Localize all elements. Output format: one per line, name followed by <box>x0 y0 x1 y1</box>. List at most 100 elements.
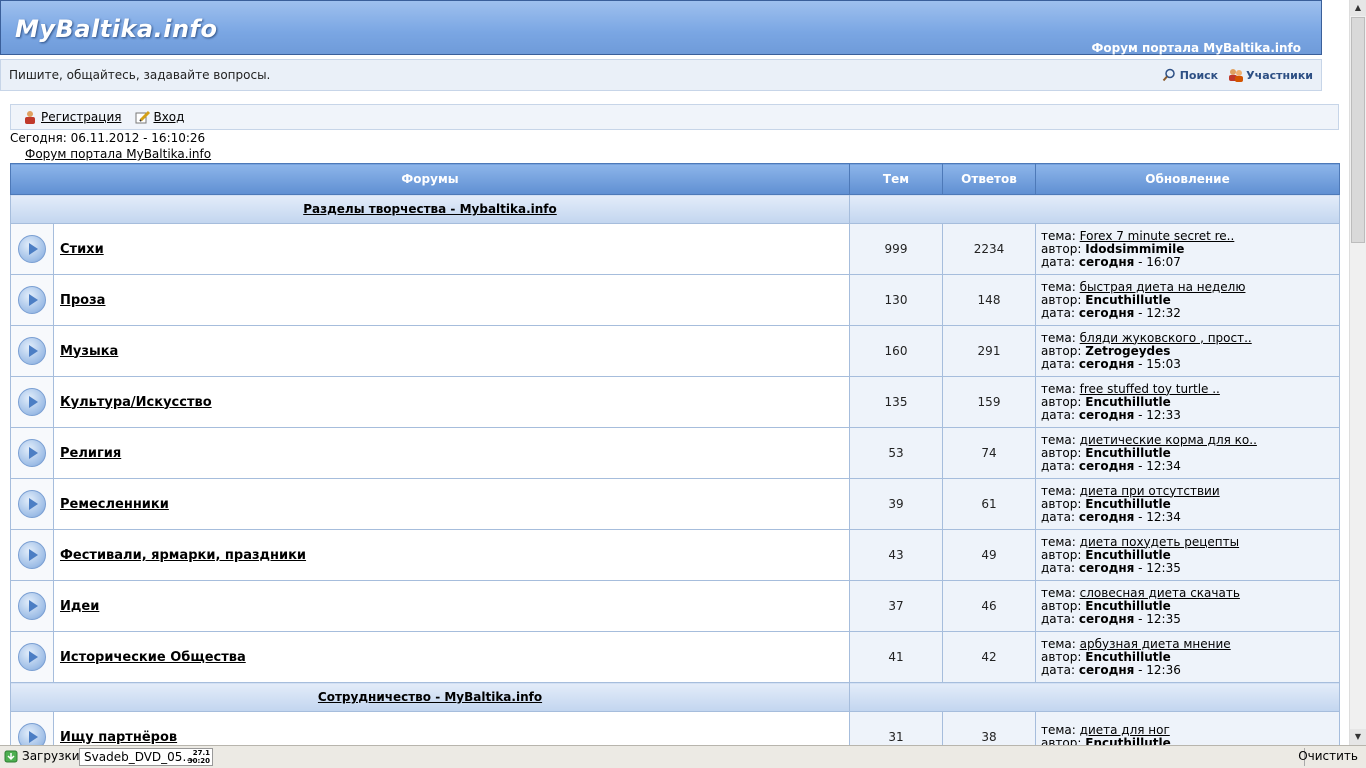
last-topic-link[interactable]: бляди жуковского , прост.. <box>1080 331 1252 345</box>
last-topic-link[interactable]: диета при отсутствии <box>1080 484 1220 498</box>
scroll-down-arrow-icon[interactable]: ▼ <box>1350 729 1366 745</box>
last-date-time: - 15:03 <box>1134 356 1181 371</box>
last-topic-link[interactable]: диетические корма для ко.. <box>1080 433 1257 447</box>
last-topic-link[interactable]: быстрая диета на неделю <box>1080 280 1246 294</box>
forum-name-link[interactable]: Ремесленники <box>60 497 169 512</box>
forum-row: Исторические Общества 41 42 тема: арбузная … <box>10 631 1340 683</box>
last-author[interactable]: Encuthillutle <box>1085 293 1171 307</box>
forum-name-link[interactable]: Проза <box>60 293 105 308</box>
forum-icon-cell <box>10 478 54 530</box>
last-date-day: сегодня <box>1078 560 1135 575</box>
download-filename: Svadeb_DVD_05... <box>84 750 194 764</box>
last-post-cell: тема: Forex 7 minute secret re.. автор: I… <box>1035 223 1340 275</box>
forum-topics-count: 135 <box>849 376 943 428</box>
last-topic-link[interactable]: словесная диета скачать <box>1080 586 1240 600</box>
forum-name-link[interactable]: Фестивали, ярмарки, праздники <box>60 548 306 563</box>
last-author[interactable]: Encuthillutle <box>1085 548 1171 562</box>
topic-label: тема: <box>1041 279 1076 294</box>
last-date-day: сегодня <box>1078 305 1135 320</box>
forum-home-link[interactable]: Форум портала MyBaltika.info <box>1091 41 1301 55</box>
category-title[interactable]: Сотрудничество - MyBaltika.info <box>318 690 542 704</box>
date-label: дата: <box>1041 458 1076 473</box>
forum-row: Идеи 37 46 тема: словесная диета скачать авт… <box>10 580 1340 632</box>
scroll-up-arrow-icon[interactable]: ▲ <box>1350 0 1366 16</box>
last-author[interactable]: Zetrogeydes <box>1085 344 1170 358</box>
last-author[interactable]: Idodsimmimile <box>1085 242 1184 256</box>
login-link[interactable]: Вход <box>135 110 184 124</box>
author-label: автор: <box>1041 598 1082 613</box>
scrollbar-thumb[interactable] <box>1351 17 1365 243</box>
last-author[interactable]: Encuthillutle <box>1085 395 1171 409</box>
login-pencil-icon <box>135 110 151 124</box>
forum-topics-count: 43 <box>849 529 943 581</box>
forum-name-link[interactable]: Стихи <box>60 242 104 257</box>
forum-replies-count: 61 <box>942 478 1036 530</box>
last-author[interactable]: Encuthillutle <box>1085 497 1171 511</box>
info-bar: Пишите, общайтесь, задавайте вопросы. По… <box>0 59 1322 91</box>
category-row: Сотрудничество - MyBaltika.info <box>10 682 1340 712</box>
site-logo[interactable]: MyBaltika.info <box>15 15 217 43</box>
download-size: 27.1 <box>192 749 210 757</box>
last-date-time: - 12:34 <box>1134 458 1181 473</box>
last-topic-link[interactable]: диета для ног <box>1080 723 1170 737</box>
forum-name-cell: Проза <box>53 274 850 326</box>
category-title-cell: Разделы творчества - Mybaltika.info <box>10 194 850 224</box>
last-date-time: - 12:33 <box>1134 407 1181 422</box>
forum-name-link[interactable]: Музыка <box>60 344 118 359</box>
author-label: автор: <box>1041 343 1082 358</box>
breadcrumb[interactable]: Форум портала MyBaltika.info <box>25 147 211 161</box>
forum-replies-count: 46 <box>942 580 1036 632</box>
category-row: Разделы творчества - Mybaltika.info <box>10 194 1340 224</box>
topic-label: тема: <box>1041 330 1076 345</box>
last-post-cell: тема: диета похудеть рецепты автор: Encut… <box>1035 529 1340 581</box>
forum-row: Стихи 999 2234 тема: Forex 7 minute secret … <box>10 223 1340 275</box>
forum-name-link[interactable]: Религия <box>60 446 121 461</box>
last-topic-link[interactable]: диета похудеть рецепты <box>1080 535 1239 549</box>
last-post-cell: тема: быстрая диета на неделю автор: Encu… <box>1035 274 1340 326</box>
forum-status-icon <box>18 286 46 314</box>
forum-row: Музыка 160 291 тема: бляди жуковского , про… <box>10 325 1340 377</box>
forum-icon-cell <box>10 427 54 479</box>
tagline: Пишите, общайтесь, задавайте вопросы. <box>9 68 271 82</box>
author-label: автор: <box>1041 241 1082 256</box>
last-post-cell: тема: словесная диета скачать автор: Encu… <box>1035 580 1340 632</box>
clear-downloads-button[interactable]: Очистить <box>1298 749 1358 763</box>
author-label: автор: <box>1041 292 1082 307</box>
forum-row: Религия 53 74 тема: диетические корма для к… <box>10 427 1340 479</box>
vertical-scrollbar[interactable]: ▲ ▼ <box>1349 0 1366 745</box>
forum-name-link[interactable]: Исторические Общества <box>60 650 246 665</box>
last-topic-link[interactable]: free stuffed toy turtle .. <box>1080 382 1220 396</box>
forum-name-cell: Музыка <box>53 325 850 377</box>
last-topic-link[interactable]: Forex 7 minute secret re.. <box>1080 229 1235 243</box>
author-label: автор: <box>1041 547 1082 562</box>
download-item[interactable]: Svadeb_DVD_05... 27.1 30:20 <box>79 748 213 766</box>
last-author[interactable]: Encuthillutle <box>1085 599 1171 613</box>
forum-name-link[interactable]: Идеи <box>60 599 99 614</box>
category-title[interactable]: Разделы творчества - Mybaltika.info <box>303 202 557 216</box>
forum-name-cell: Фестивали, ярмарки, праздники <box>53 529 850 581</box>
author-label: автор: <box>1041 394 1082 409</box>
members-link[interactable]: Участники <box>1228 68 1313 82</box>
forum-row: Культура/Искусство 135 159 тема: free stuff… <box>10 376 1340 428</box>
last-topic-link[interactable]: арбузная диета мнение <box>1080 637 1231 651</box>
downloads-button[interactable]: Загрузки <box>4 749 80 763</box>
search-link[interactable]: Поиск <box>1162 68 1218 82</box>
category-filler <box>849 194 1340 224</box>
forum-name-link[interactable]: Культура/Искусство <box>60 395 212 410</box>
forum-icon-cell <box>10 631 54 683</box>
date-label: дата: <box>1041 611 1076 626</box>
last-date-day: сегодня <box>1078 611 1135 626</box>
forum-icon-cell <box>10 580 54 632</box>
forum-name-link[interactable]: Ищу партнёров <box>60 730 177 745</box>
forum-status-icon <box>18 643 46 671</box>
date-label: дата: <box>1041 254 1076 269</box>
site-header: MyBaltika.info Форум портала MyBaltika.i… <box>0 0 1322 55</box>
last-author[interactable]: Encuthillutle <box>1085 446 1171 460</box>
download-progress-text: 27.1 30:20 <box>188 749 210 765</box>
forum-status-icon <box>18 388 46 416</box>
last-author[interactable]: Encuthillutle <box>1085 650 1171 664</box>
forum-topics-count: 160 <box>849 325 943 377</box>
register-link[interactable]: Регистрация <box>23 110 121 124</box>
date-label: дата: <box>1041 662 1076 677</box>
last-date-day: сегодня <box>1078 509 1135 524</box>
